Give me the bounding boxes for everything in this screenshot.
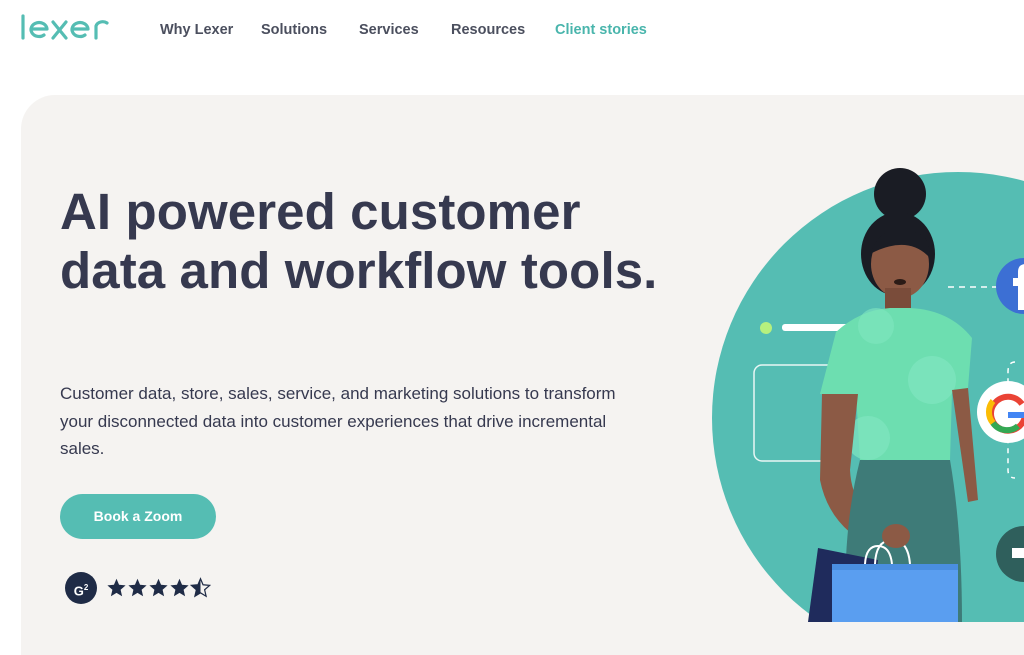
hero-illustration — [700, 150, 1024, 655]
site-header: Why Lexer Solutions Services Resources C… — [0, 0, 1024, 62]
nav-services[interactable]: Services — [359, 22, 419, 38]
hero-subtext: Customer data, store, sales, service, an… — [60, 384, 616, 458]
star-icon — [107, 578, 126, 597]
star-icon — [149, 578, 168, 597]
star-icon — [170, 578, 189, 597]
book-a-zoom-button[interactable]: Book a Zoom — [60, 494, 216, 539]
lexer-logo[interactable] — [20, 12, 120, 42]
half-star-icon — [190, 577, 211, 598]
g2-badge-icon: G2 — [65, 572, 97, 604]
nav-why-lexer[interactable]: Why Lexer — [160, 22, 233, 38]
nav-solutions[interactable]: Solutions — [261, 22, 327, 38]
nav-resources[interactable]: Resources — [451, 22, 525, 38]
hero-headline: AI powered customer data and workflow to… — [60, 183, 658, 299]
star-icon — [128, 578, 147, 597]
nav-client-stories[interactable]: Client stories — [555, 22, 647, 38]
